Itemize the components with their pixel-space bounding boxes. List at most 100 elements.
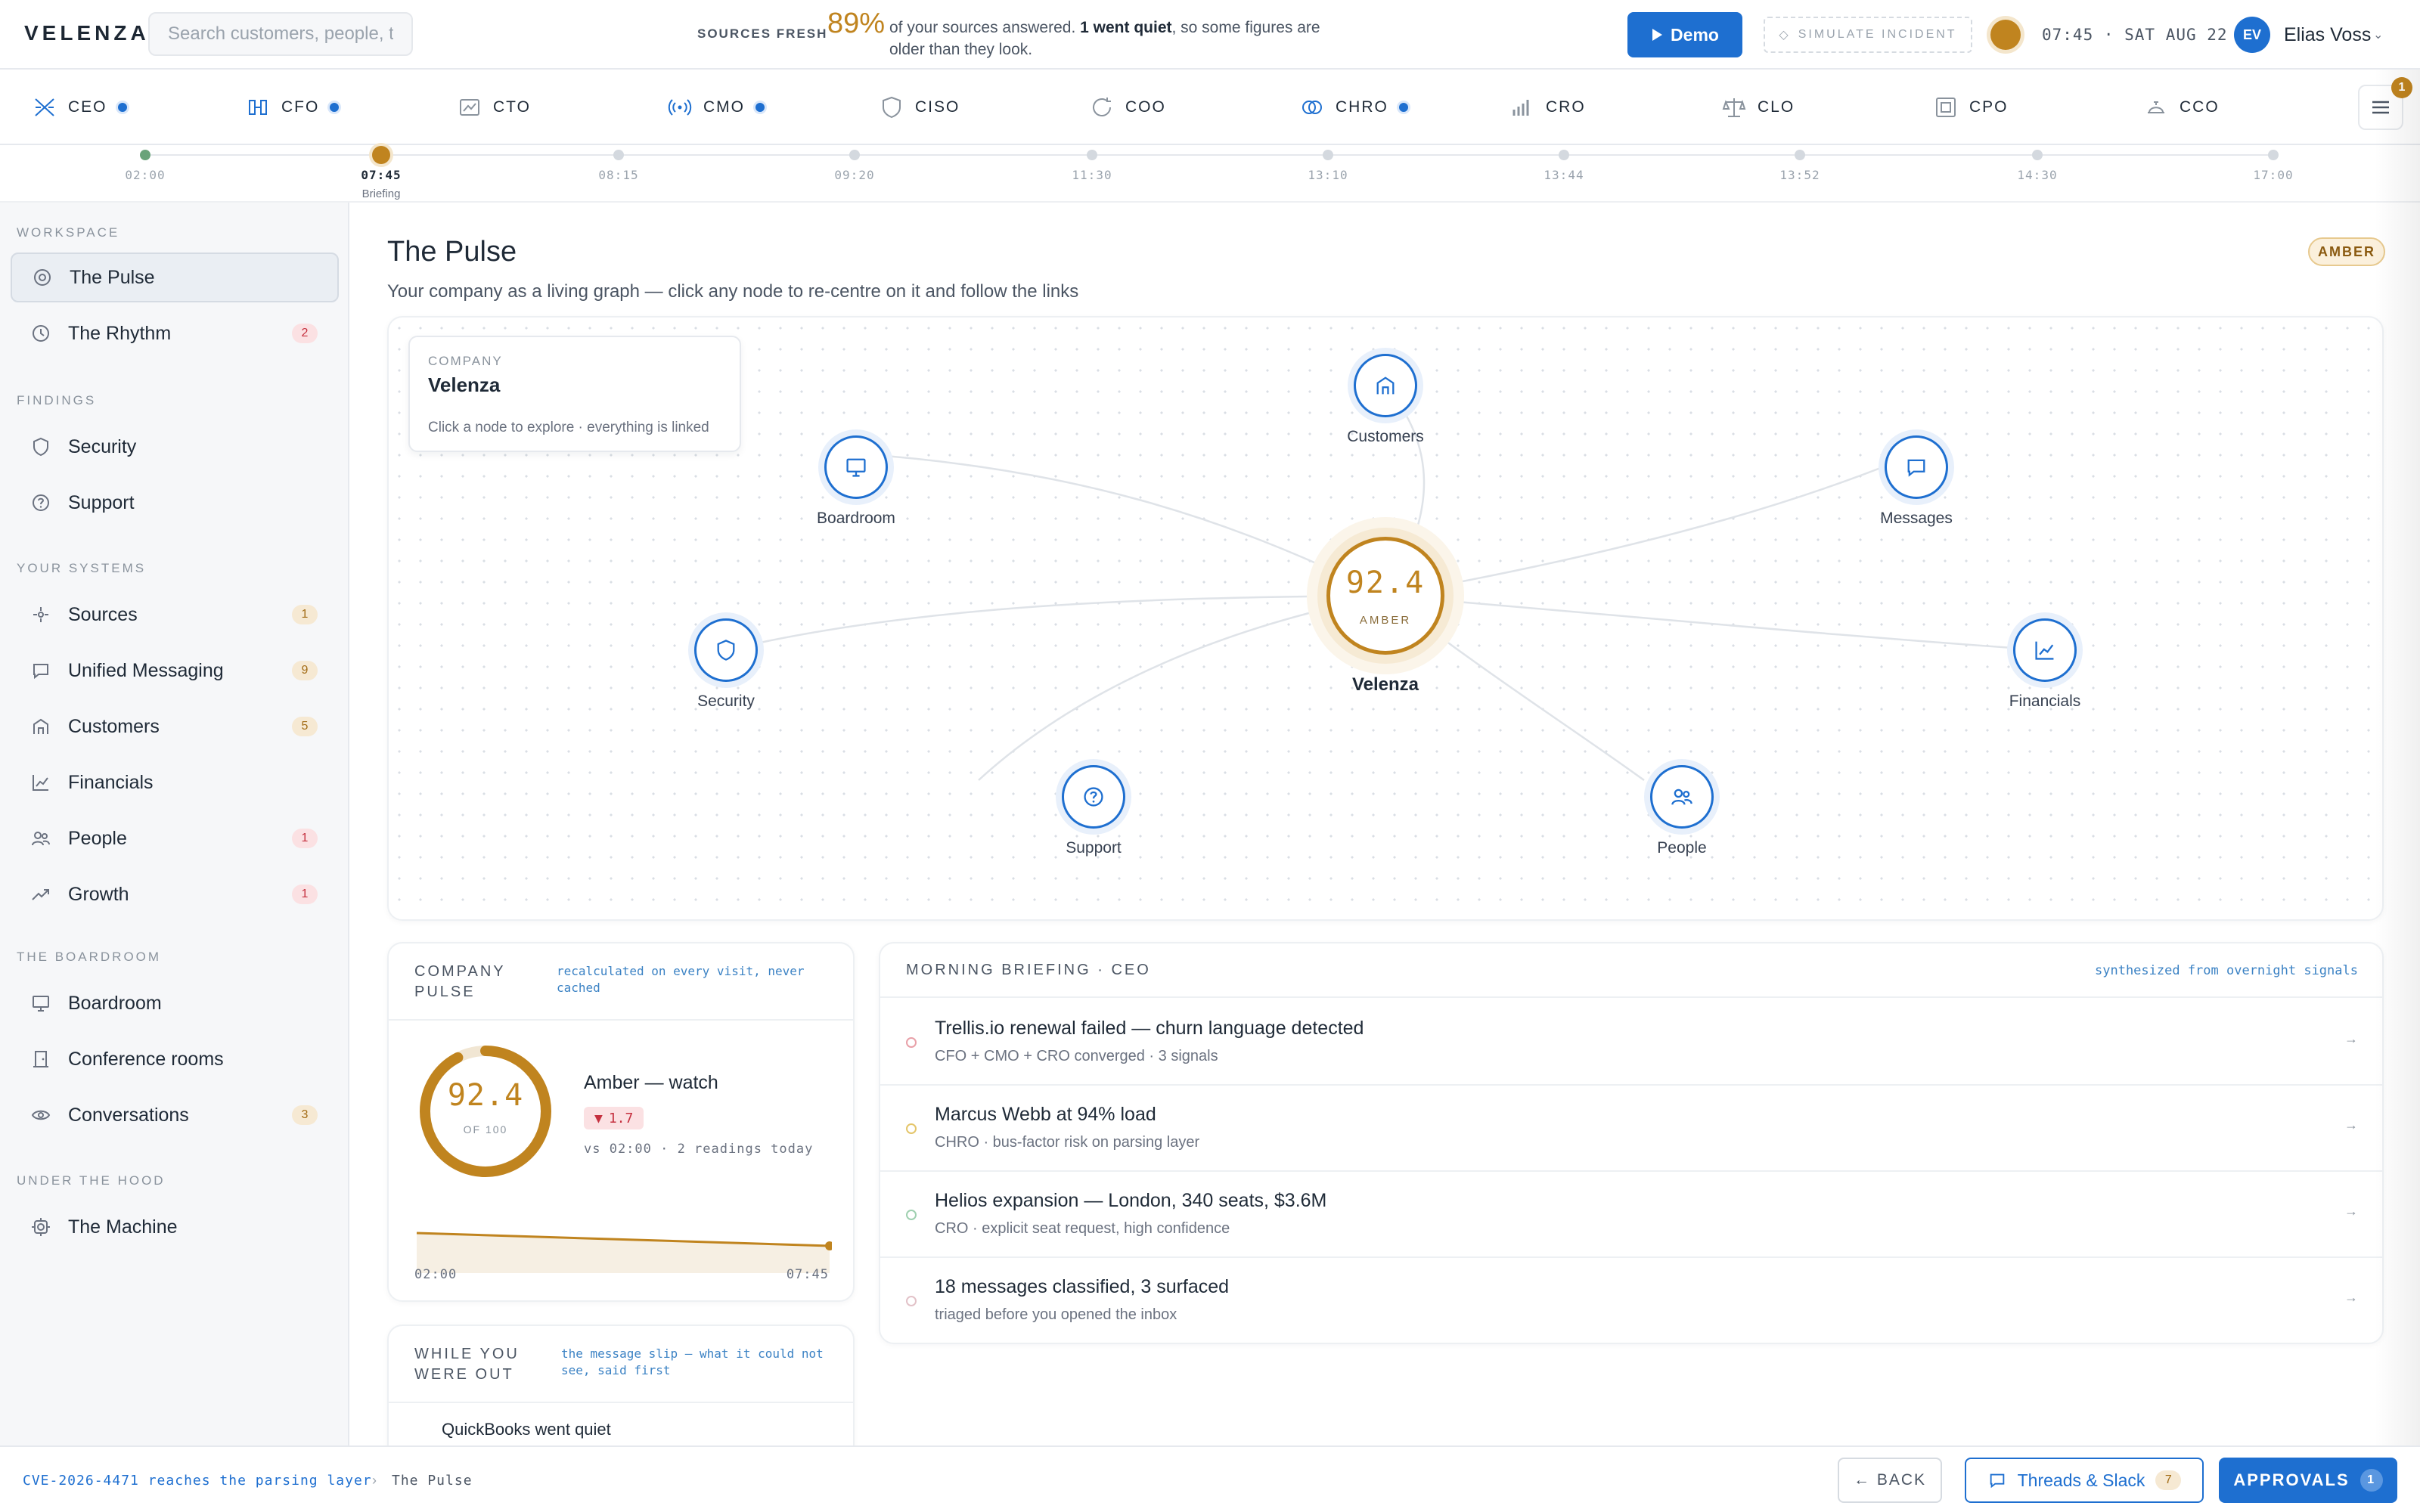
- timeline-point[interactable]: [140, 150, 150, 160]
- timeline-point[interactable]: [2032, 150, 2043, 160]
- timeline-time-label: 08:15: [598, 168, 639, 182]
- app-logo[interactable]: VELENZA.: [24, 21, 159, 45]
- sidebar-item-the-pulse[interactable]: The Pulse: [11, 253, 339, 302]
- sidebar-item-label: The Machine: [68, 1216, 178, 1238]
- timeline-time-label: 09:20: [834, 168, 875, 182]
- diamond-icon: ◇: [1779, 29, 1791, 42]
- timeline-point[interactable]: [1323, 150, 1333, 160]
- graph-node-security[interactable]: [694, 618, 758, 682]
- approvals-label: APPROVALS: [2233, 1470, 2350, 1489]
- company-info-name: Velenza: [428, 373, 501, 396]
- sidebar-item-the-machine[interactable]: The Machine: [11, 1202, 339, 1252]
- timeline-point[interactable]: [2268, 150, 2279, 160]
- tab-ciso[interactable]: CISO: [879, 91, 960, 124]
- briefing-item[interactable]: Marcus Webb at 94% load CHRO · bus-facto…: [880, 1086, 2382, 1172]
- sidebar-item-label: Sources: [68, 603, 138, 625]
- tab-cpo[interactable]: CPO: [1933, 91, 2009, 124]
- breadcrumb-link[interactable]: CVE-2026-4471 reaches the parsing layer: [23, 1473, 372, 1489]
- timeline-time-label: 07:45: [361, 168, 402, 182]
- graph-node-support[interactable]: [1062, 765, 1125, 829]
- tab-cco[interactable]: CCO: [2143, 91, 2220, 124]
- briefing-item[interactable]: Helios expansion — London, 340 seats, $3…: [880, 1172, 2382, 1258]
- card-header: WHILE YOU WERE OUT the message slip — wh…: [389, 1326, 853, 1403]
- simulate-incident-button[interactable]: ◇ SIMULATE INCIDENT: [1764, 17, 1972, 53]
- graph-node-people[interactable]: [1650, 765, 1714, 829]
- menu-badge: 1: [2391, 77, 2412, 98]
- chevron-down-icon[interactable]: ⌄: [2373, 27, 2383, 42]
- monitor-icon: [33, 996, 49, 1012]
- signal-dot: [906, 1296, 917, 1306]
- signal-dot: [906, 1037, 917, 1048]
- unread-dot: [755, 103, 765, 112]
- threads-slack-button[interactable]: Threads & Slack 7: [1965, 1458, 2204, 1503]
- sidebar-item-the-rhythm[interactable]: The Rhythm 2: [11, 308, 339, 358]
- graph-node-label: Messages: [1880, 510, 1953, 527]
- sidebar-item-label: Conference rooms: [68, 1048, 224, 1070]
- tab-label: CCO: [2180, 98, 2220, 116]
- avatar[interactable]: EV: [2234, 17, 2270, 53]
- approvals-button[interactable]: APPROVALS 1: [2219, 1458, 2397, 1503]
- message-icon: [1907, 459, 1925, 477]
- graph-node-customers[interactable]: [1354, 354, 1417, 417]
- simulate-incident-label: SIMULATE INCIDENT: [1798, 28, 1957, 41]
- timeline-point[interactable]: [849, 150, 860, 160]
- sidebar-item-support[interactable]: Support: [11, 478, 339, 528]
- tab-clo[interactable]: CLO: [1721, 91, 1795, 124]
- count-badge: 1: [292, 885, 318, 904]
- sidebar-item-growth[interactable]: Growth 1: [11, 869, 339, 919]
- company-pulse-card: COMPANY PULSE recalculated on every visi…: [387, 942, 855, 1302]
- arrow-right-icon: →: [2344, 1031, 2358, 1046]
- search-input[interactable]: [148, 12, 413, 56]
- graph-node-boardroom[interactable]: [824, 435, 888, 499]
- timeline-point[interactable]: [1087, 150, 1097, 160]
- graph-center-node[interactable]: 92.4 AMBER: [1326, 537, 1444, 655]
- tab-chro[interactable]: CHRO: [1299, 91, 1408, 124]
- graph-node-financials[interactable]: [2013, 618, 2077, 682]
- help-circle-icon: [33, 494, 49, 511]
- list-item[interactable]: QuickBooks went quiet: [442, 1420, 611, 1439]
- tab-cmo[interactable]: CMO: [667, 91, 765, 124]
- back-button[interactable]: ← BACK: [1838, 1458, 1942, 1503]
- clo-icon: [1722, 98, 1746, 117]
- tab-label: CFO: [281, 98, 320, 116]
- sidebar-item-label: Boardroom: [68, 992, 162, 1014]
- message-icon: [33, 664, 48, 680]
- timeline-time-label: 13:52: [1779, 168, 1820, 182]
- briefing-item[interactable]: Trellis.io renewal failed — churn langua…: [880, 999, 2382, 1086]
- sidebar-item-unified-messaging[interactable]: Unified Messaging 9: [11, 646, 339, 696]
- line-chart-icon: [2035, 641, 2054, 660]
- tab-cto[interactable]: CTO: [457, 91, 531, 124]
- tab-cro[interactable]: CRO: [1509, 91, 1586, 124]
- sidebar-item-label: Unified Messaging: [68, 659, 224, 681]
- sidebar-item-people[interactable]: People 1: [11, 813, 339, 863]
- sidebar-section-title: WORKSPACE: [17, 225, 120, 240]
- sidebar: WORKSPACE The Pulse The Rhythm 2 FINDING…: [0, 203, 349, 1445]
- timeline-point[interactable]: [1559, 150, 1569, 160]
- graph-node-messages[interactable]: [1885, 435, 1948, 499]
- sidebar-item-boardroom[interactable]: Boardroom: [11, 978, 339, 1028]
- tab-ceo[interactable]: CEO: [32, 91, 127, 124]
- arrow-right-icon: →: [2344, 1204, 2358, 1219]
- card-note: recalculated on every visit, never cache…: [557, 964, 805, 995]
- tab-cfo[interactable]: CFO: [245, 91, 340, 124]
- fresh-text-before: of your sources answered.: [889, 19, 1076, 36]
- user-name[interactable]: Elias Voss: [2284, 24, 2371, 46]
- pulse-graph[interactable]: COMPANY Velenza Click a node to explore …: [387, 316, 2384, 921]
- sidebar-item-financials[interactable]: Financials: [11, 758, 339, 807]
- status-badge: AMBER: [2308, 237, 2385, 266]
- pulse-score-scale: OF 100: [463, 1123, 508, 1136]
- graph-node-label: Boardroom: [817, 510, 895, 527]
- timeline-point[interactable]: [372, 146, 390, 164]
- sidebar-item-conversations[interactable]: Conversations 3: [11, 1090, 339, 1140]
- sidebar-item-security[interactable]: Security: [11, 422, 339, 472]
- clock-icon: [33, 325, 49, 342]
- briefing-item[interactable]: 18 messages classified, 3 surfaced triag…: [880, 1258, 2382, 1344]
- sidebar-item-sources[interactable]: Sources 1: [11, 590, 339, 640]
- timeline-time-label: 13:10: [1308, 168, 1348, 182]
- timeline-point[interactable]: [613, 150, 624, 160]
- sidebar-item-conference-rooms[interactable]: Conference rooms: [11, 1034, 339, 1084]
- sidebar-item-customers[interactable]: Customers 5: [11, 702, 339, 751]
- demo-button[interactable]: Demo: [1627, 12, 1742, 57]
- timeline-point[interactable]: [1795, 150, 1805, 160]
- tab-coo[interactable]: COO: [1089, 91, 1166, 124]
